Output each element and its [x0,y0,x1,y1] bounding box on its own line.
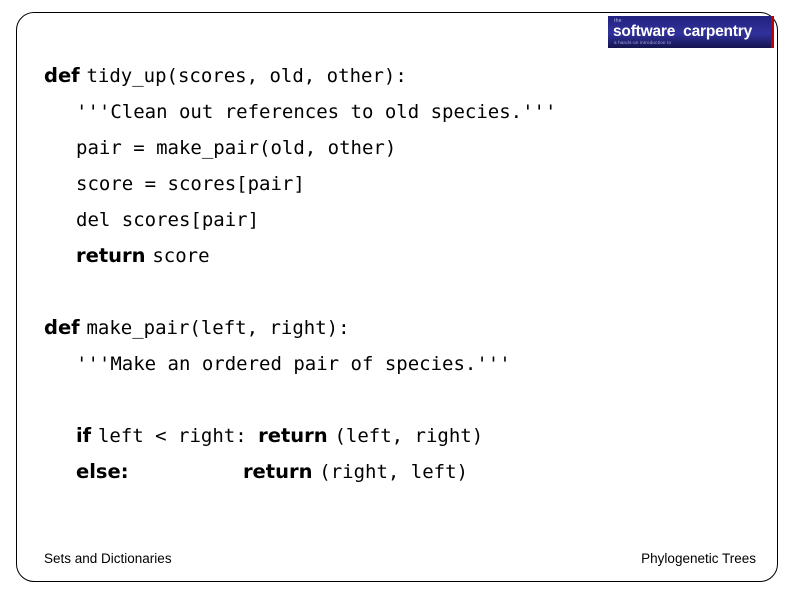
code-keyword: def [44,64,87,87]
code-keyword: else: [76,460,129,483]
code-keyword: return [258,424,335,447]
code-text: (right, left) [319,461,468,483]
footer-right-label: Phylogenetic Trees [641,551,756,566]
code-line: return score [44,238,744,274]
code-text: tidy_up(scores, old, other): [86,65,407,87]
slide: the software carpentry a hands-on introdu… [0,0,794,595]
code-block: def tidy_up(scores, old, other): '''Clean… [44,58,744,490]
code-text: (left, right) [334,425,484,447]
code-line: if left < right: return (left, right) [44,418,744,454]
code-line: def make_pair(left, right): [44,310,744,346]
logo-wordmark: software carpentry [613,23,752,41]
logo-word-software: software [613,23,676,40]
logo-subtext: a hands-on introduction to [614,40,672,45]
code-keyword: return [242,460,320,483]
code-text: score [152,245,210,267]
code-text: pair = make_pair(old, other) [76,137,397,159]
code-text: score = scores[pair] [76,173,305,195]
code-text: left < right: [97,425,259,447]
code-keyword: if [76,424,98,447]
footer-left-label: Sets and Dictionaries [44,551,172,566]
code-line: else: return (right, left) [44,454,744,490]
code-keyword: def [44,316,87,339]
code-line: score = scores[pair] [44,166,744,202]
code-text: '''Make an ordered pair of species.''' [76,353,511,375]
code-text: make_pair(left, right): [86,317,350,339]
code-line: '''Clean out references to old species.'… [44,94,744,130]
code-text: '''Clean out references to old species.'… [76,101,557,123]
software-carpentry-logo: the software carpentry a hands-on introdu… [608,16,774,48]
code-keyword: return [76,244,153,267]
code-text: del scores[pair] [76,209,260,231]
logo-word-carpentry: carpentry [683,23,752,40]
code-line: '''Make an ordered pair of species.''' [44,346,744,382]
logo-accent-bar [771,16,774,48]
code-line: pair = make_pair(old, other) [44,130,744,166]
code-line: del scores[pair] [44,202,744,238]
code-line: def tidy_up(scores, old, other): [44,58,744,94]
